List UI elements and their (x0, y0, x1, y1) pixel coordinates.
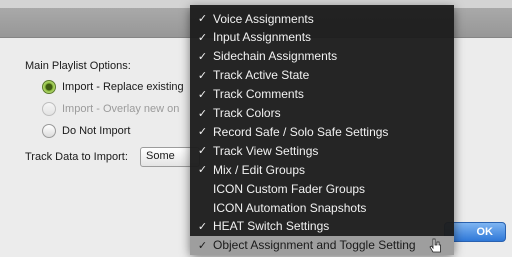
checkmark-icon: ✓ (197, 31, 208, 44)
radio-label-replace: Import - Replace existing (62, 81, 184, 93)
menu-item[interactable]: ICON Automation Snapshots (190, 198, 454, 217)
checkmark-icon: ✓ (197, 13, 208, 25)
checkmark-icon: ✓ (197, 164, 208, 177)
radio-label-do-not-import: Do Not Import (62, 125, 131, 137)
menu-item[interactable]: ✓ Voice Assignments (190, 9, 454, 28)
checkmark-icon: ✓ (197, 50, 208, 63)
menu-item[interactable]: ✓ HEAT Switch Settings (190, 217, 454, 236)
mouse-cursor-icon (429, 238, 441, 253)
menu-item[interactable]: ✓ Track Comments (190, 85, 454, 104)
checkmark-icon: ✓ (197, 145, 208, 158)
track-data-menu: ✓ Voice Assignments ✓ Input Assignments ✓ Sid… (190, 5, 454, 255)
menu-item-label: ICON Automation Snapshots (213, 200, 367, 215)
radio-option-replace[interactable]: Import - Replace existing (42, 78, 184, 96)
menu-item-label: Track Active State (213, 68, 310, 83)
menu-item[interactable]: ✓ Input Assignments (190, 28, 454, 47)
menu-item-label: Track View Settings (213, 143, 319, 158)
menu-item-label: Mix / Edit Groups (213, 162, 306, 177)
menu-item-label: Record Safe / Solo Safe Settings (213, 124, 389, 139)
menu-item-label: Track Colors (213, 106, 281, 120)
radio-button-icon (42, 102, 56, 116)
checkmark-icon: ✓ (197, 69, 208, 82)
menu-item[interactable]: ✓ Record Safe / Solo Safe Settings (190, 122, 454, 141)
checkmark-icon: ✓ (197, 126, 208, 139)
radio-label-overlay: Import - Overlay new on (62, 103, 180, 115)
track-data-label: Track Data to Import: (25, 151, 128, 163)
menu-item[interactable]: ICON Custom Fader Groups (190, 179, 454, 198)
checkmark-icon: ✓ (197, 88, 208, 101)
menu-item[interactable]: ✓ Track Active State (190, 66, 454, 85)
menu-item[interactable]: ✓ Track Colors (190, 104, 454, 123)
menu-item-label: HEAT Switch Settings (213, 219, 330, 234)
menu-item[interactable]: ✓ Object Assignment and Toggle Setting (190, 235, 454, 255)
checkmark-icon: ✓ (197, 107, 208, 120)
menu-item-label: ICON Custom Fader Groups (213, 181, 366, 196)
menu-item-label: Voice Assignments (213, 11, 314, 26)
menu-item-label: Input Assignments (213, 30, 312, 45)
menu-item-label: Track Comments (213, 87, 304, 102)
menu-item-label: Sidechain Assignments (213, 49, 338, 64)
radio-option-overlay: Import - Overlay new on (42, 100, 179, 118)
menu-item[interactable]: ✓ Sidechain Assignments (190, 47, 454, 66)
menu-item[interactable]: ✓ Mix / Edit Groups (190, 160, 454, 179)
radio-button-icon[interactable] (42, 124, 56, 138)
radio-button-icon[interactable] (42, 80, 56, 94)
menu-item[interactable]: ✓ Track View Settings (190, 141, 454, 160)
main-playlist-options-label: Main Playlist Options: (25, 60, 131, 72)
checkmark-icon: ✓ (197, 239, 208, 252)
menu-item-label: Object Assignment and Toggle Setting (213, 238, 416, 253)
radio-option-do-not-import[interactable]: Do Not Import (42, 122, 130, 140)
checkmark-icon: ✓ (197, 220, 208, 233)
